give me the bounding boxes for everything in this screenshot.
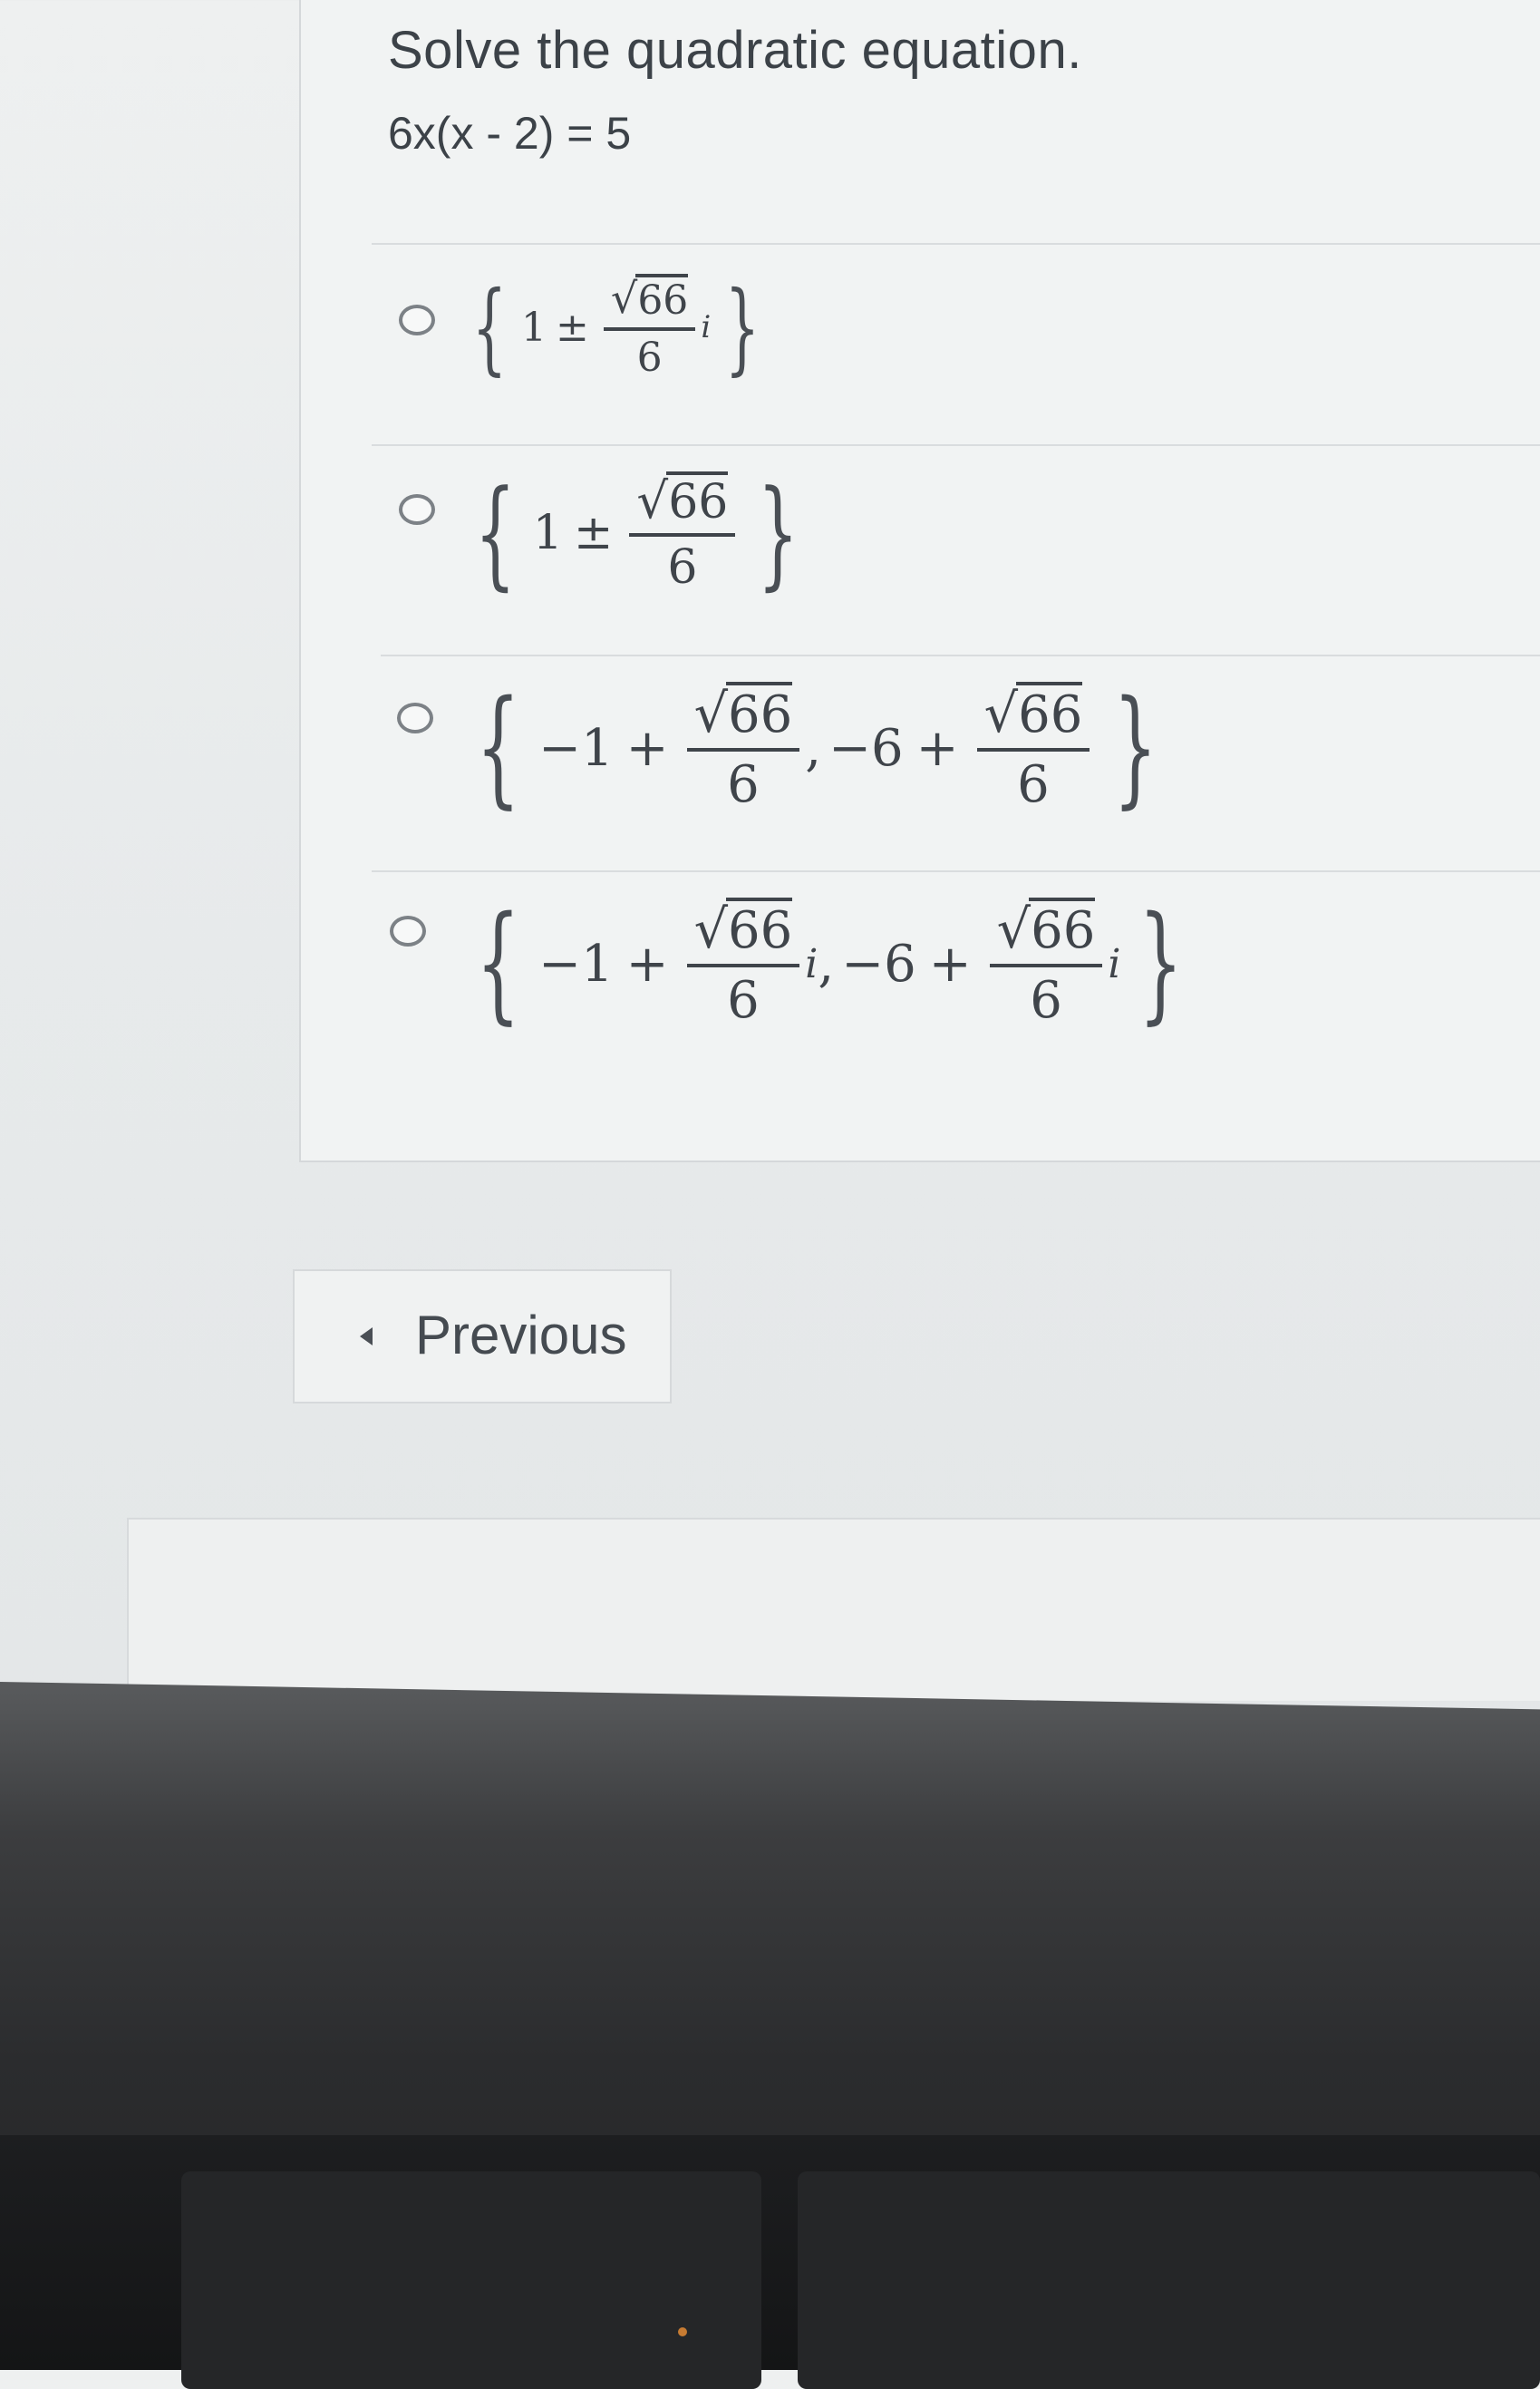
option-c-math: { −1 + √ 66 6 , −6 + √ 66 6 } (458, 682, 1176, 814)
radio-option-d-icon[interactable] (390, 916, 426, 947)
divider (372, 444, 1540, 446)
math-neg-one: −1 (538, 718, 614, 778)
divider (372, 243, 1540, 245)
fraction: √ 66 6 (686, 898, 800, 1030)
radio-option-c-icon[interactable] (397, 703, 433, 733)
option-d-math: { −1 + √ 66 6 i , −6 + √ 66 6 i } (458, 898, 1202, 1030)
numerator: √ 66 (989, 898, 1103, 967)
fraction: √ 66 6 (629, 471, 736, 595)
imaginary-unit: i (805, 940, 818, 987)
right-brace: } (1138, 889, 1184, 1037)
caret-left-icon (360, 1327, 373, 1345)
right-brace: } (1113, 674, 1158, 821)
numerator: √ 66 (686, 898, 800, 967)
fraction: √ 66 6 (976, 682, 1090, 814)
math-plus: + (928, 934, 972, 994)
numerator: √ 66 (976, 682, 1090, 752)
math-neg-six: −6 (841, 934, 916, 994)
divider (372, 870, 1540, 872)
math-one: 1 (521, 304, 547, 351)
math-comma: , (805, 718, 822, 778)
question-title: Solve the quadratic equation. (388, 21, 1082, 80)
option-a-math: { 1 ± √ 66 6 i } (458, 274, 774, 381)
imaginary-unit: i (701, 309, 712, 345)
divider (381, 655, 1540, 656)
radicand: 66 (726, 898, 793, 960)
math-plus: + (625, 718, 669, 778)
math-plus: + (625, 934, 669, 994)
right-brace: } (724, 269, 760, 385)
keyboard-key (798, 2171, 1540, 2389)
sqrt-sign: √ (636, 471, 669, 529)
fraction: √ 66 6 (989, 898, 1103, 1030)
imaginary-unit: i (1108, 940, 1121, 987)
screen: Solve the quadratic equation. 6x(x - 2) … (0, 0, 1540, 1701)
option-b-math: { 1 ± √ 66 6 } (458, 471, 816, 595)
lower-panel (127, 1518, 1540, 1701)
sqrt-sign: √ (693, 898, 729, 960)
previous-button[interactable]: Previous (293, 1269, 672, 1403)
math-plus: + (915, 718, 959, 778)
radio-option-b-icon[interactable] (399, 494, 435, 525)
math-neg-one: −1 (538, 934, 614, 994)
radio-option-a-icon[interactable] (399, 305, 435, 335)
radicand: 66 (726, 682, 793, 744)
numerator: √ 66 (686, 682, 800, 752)
left-brace: { (476, 889, 521, 1037)
denominator: 6 (727, 755, 760, 814)
math-plus-minus: ± (573, 506, 614, 560)
denominator: 6 (1030, 971, 1062, 1030)
sqrt-sign: √ (996, 898, 1032, 960)
radicand: 66 (1016, 682, 1083, 744)
sqrt-sign: √ (610, 274, 638, 323)
left-brace: { (471, 269, 508, 385)
denominator: 6 (727, 971, 760, 1030)
question-equation: 6x(x - 2) = 5 (388, 108, 632, 159)
radicand: 66 (666, 471, 729, 529)
math-neg-six: −6 (828, 718, 904, 778)
left-brace: { (474, 464, 517, 602)
right-brace: } (757, 464, 799, 602)
sqrt-sign: √ (983, 682, 1019, 744)
indicator-light-icon (678, 2327, 687, 2336)
keyboard-key (181, 2171, 761, 2389)
math-plus-minus: ± (556, 304, 589, 351)
left-brace: { (476, 674, 521, 821)
denominator: 6 (1017, 755, 1050, 814)
sqrt-sign: √ (693, 682, 729, 744)
radicand: 66 (635, 274, 689, 324)
fraction: √ 66 6 (686, 682, 800, 814)
radicand: 66 (1029, 898, 1096, 960)
numerator: √ 66 (603, 274, 696, 331)
math-comma: , (818, 934, 835, 994)
fraction: √ 66 6 (603, 274, 696, 381)
previous-button-label: Previous (415, 1305, 627, 1365)
numerator: √ 66 (629, 471, 736, 537)
denominator: 6 (636, 335, 663, 381)
math-one: 1 (532, 506, 563, 560)
denominator: 6 (667, 540, 698, 595)
